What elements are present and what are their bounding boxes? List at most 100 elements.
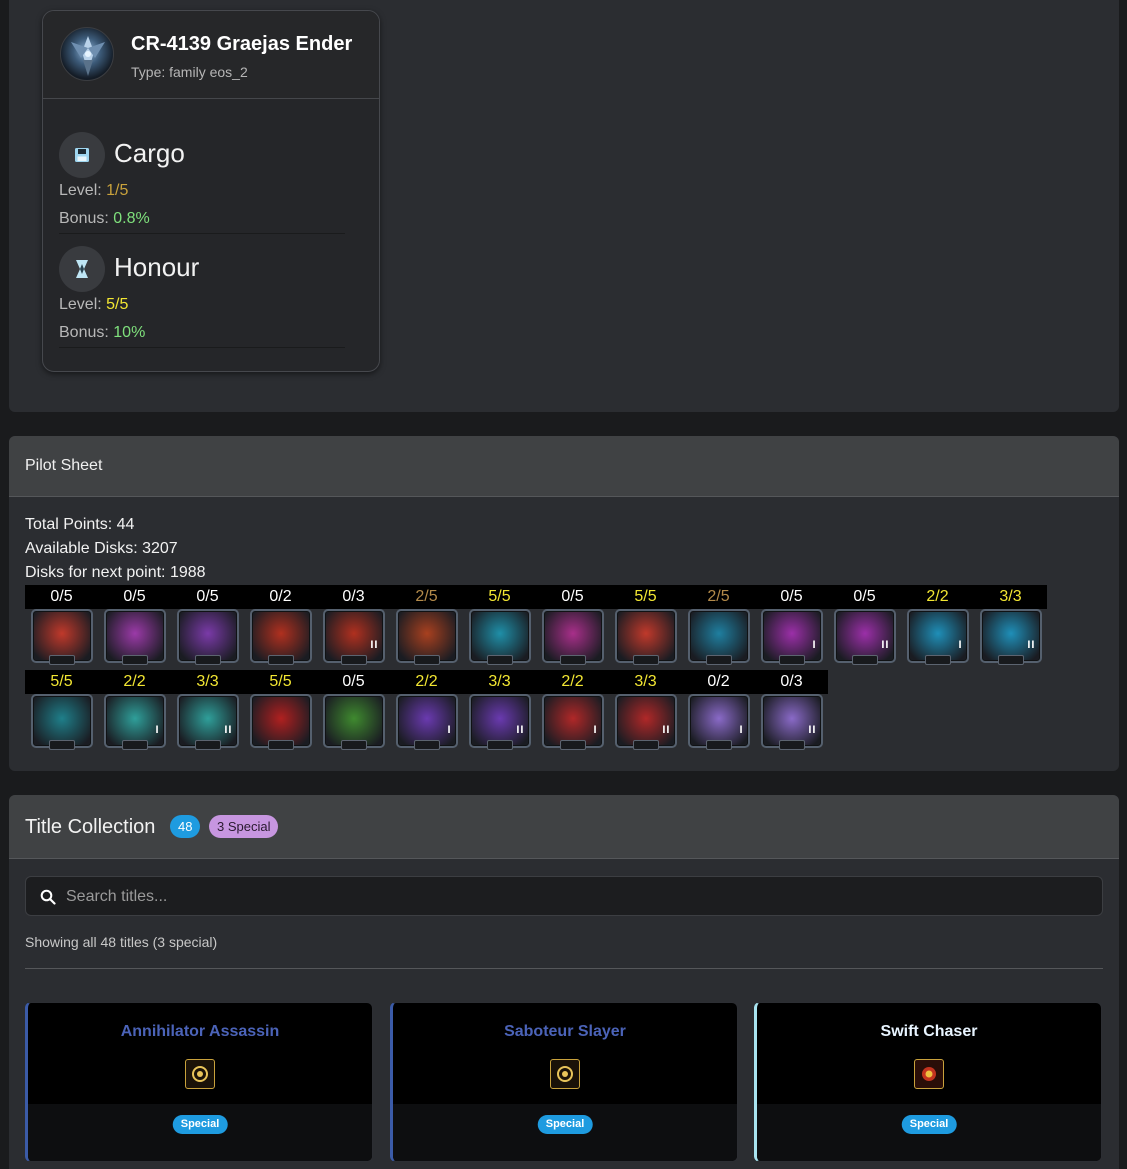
title-name: Swift Chaser — [880, 1023, 978, 1040]
skill-slot[interactable]: 5/5 — [463, 585, 536, 665]
title-card[interactable]: Annihilator Assassin Special — [25, 1002, 373, 1162]
skill-slot[interactable]: 2/5 — [682, 585, 755, 665]
skill-slot[interactable]: 2/2 I — [901, 585, 974, 665]
title-name: Saboteur Slayer — [504, 1023, 626, 1040]
pilot-sheet-header: Pilot Sheet — [9, 436, 1119, 497]
title-card[interactable]: Swift Chaser Special — [754, 1002, 1102, 1162]
gear-level: Level: 1/5 — [59, 182, 128, 200]
skill-slot[interactable]: 5/5 — [609, 585, 682, 665]
skill-tier: I — [447, 724, 452, 736]
skill-count: 0/5 — [828, 585, 901, 609]
skill-count: 3/3 — [609, 670, 682, 694]
bonus-value: 0.8% — [113, 210, 150, 227]
skill-slot[interactable]: 0/5 — [171, 585, 244, 665]
skill-icon[interactable] — [30, 609, 93, 665]
pet-name: CR-4139 Graejas Ender — [131, 33, 353, 55]
skill-icon[interactable]: I — [103, 694, 166, 750]
skill-slot[interactable]: 0/5 I — [755, 585, 828, 665]
skill-slot[interactable]: 0/3 II — [755, 670, 828, 750]
floppy-disk-icon — [59, 132, 105, 178]
skill-icon[interactable]: I — [906, 609, 969, 665]
gear-title: Cargo — [114, 138, 185, 168]
skill-slot[interactable]: 0/5 — [98, 585, 171, 665]
skill-icon[interactable] — [541, 609, 604, 665]
skill-icon[interactable] — [468, 609, 531, 665]
skill-tier: I — [739, 724, 744, 736]
skill-slot[interactable]: 3/3 II — [609, 670, 682, 750]
skill-slot[interactable]: 0/2 — [244, 585, 317, 665]
skill-icon[interactable] — [30, 694, 93, 750]
gear-honour: Honour Level: 5/5 Bonus: 10% — [59, 246, 345, 348]
skill-icon[interactable] — [322, 694, 385, 750]
skill-icon[interactable]: II — [833, 609, 896, 665]
honour-badge-icon — [59, 246, 105, 292]
skill-slot[interactable]: 0/5 — [536, 585, 609, 665]
skill-tier: I — [155, 724, 160, 736]
special-pill: Special — [901, 1115, 957, 1134]
title-name: Annihilator Assassin — [120, 1023, 280, 1040]
search-input[interactable] — [66, 885, 1066, 909]
total-points: Total Points: 44 — [25, 516, 135, 533]
skill-count: 0/5 — [171, 585, 244, 609]
skill-slot[interactable]: 3/3 II — [974, 585, 1047, 665]
skill-slot[interactable]: 2/2 I — [536, 670, 609, 750]
pet-panel: CR-4139 Graejas Ender Type: family eos_2… — [9, 0, 1119, 412]
skill-tier: II — [808, 724, 817, 736]
skill-slot[interactable]: 3/3 II — [171, 670, 244, 750]
skill-count: 2/2 — [98, 670, 171, 694]
pet-card: CR-4139 Graejas Ender Type: family eos_2… — [42, 10, 380, 372]
skill-slot[interactable]: 5/5 — [25, 670, 98, 750]
skill-icon[interactable] — [176, 609, 239, 665]
skill-slot[interactable]: 5/5 — [244, 670, 317, 750]
skill-count: 2/2 — [536, 670, 609, 694]
skill-icon[interactable]: II — [614, 694, 677, 750]
pet-header: CR-4139 Graejas Ender Type: family eos_2 — [43, 11, 379, 99]
skill-slot[interactable]: 0/5 — [25, 585, 98, 665]
skill-icon[interactable]: I — [687, 694, 750, 750]
skill-count: 0/5 — [755, 585, 828, 609]
skill-slot[interactable]: 3/3 II — [463, 670, 536, 750]
skill-icon[interactable]: I — [541, 694, 604, 750]
skill-count: 3/3 — [463, 670, 536, 694]
skill-icon[interactable] — [249, 609, 312, 665]
special-pill: Special — [172, 1115, 228, 1134]
skill-count: 0/3 — [755, 670, 828, 694]
skill-count: 2/5 — [390, 585, 463, 609]
skill-count: 0/5 — [536, 585, 609, 609]
skill-icon[interactable] — [103, 609, 166, 665]
skill-slot[interactable]: 2/2 I — [98, 670, 171, 750]
skill-icon[interactable]: II — [176, 694, 239, 750]
pet-ship-icon — [71, 36, 105, 76]
skill-icon[interactable]: I — [760, 609, 823, 665]
skill-slot[interactable]: 0/3 II — [317, 585, 390, 665]
title-count-badge: 48 — [170, 815, 201, 838]
skill-slot[interactable]: 0/5 — [317, 670, 390, 750]
gear-cargo: Cargo Level: 1/5 Bonus: 0.8% — [59, 132, 345, 234]
skill-tier: I — [812, 639, 817, 651]
special-pill: Special — [537, 1115, 593, 1134]
skill-icon[interactable] — [249, 694, 312, 750]
skill-tier: II — [1027, 639, 1036, 651]
gear-title: Honour — [114, 252, 200, 282]
medal-icon — [185, 1059, 215, 1089]
skill-icon[interactable]: II — [979, 609, 1042, 665]
skill-count: 0/3 — [317, 585, 390, 609]
skill-icon[interactable]: II — [322, 609, 385, 665]
medal-icon — [550, 1059, 580, 1089]
bonus-value: 10% — [113, 324, 146, 341]
skill-icon[interactable] — [687, 609, 750, 665]
skill-icon[interactable]: II — [468, 694, 531, 750]
skill-count: 0/5 — [317, 670, 390, 694]
skill-icon[interactable] — [614, 609, 677, 665]
skill-icon[interactable]: II — [760, 694, 823, 750]
bonus-label: Bonus: — [59, 324, 109, 341]
skill-slot[interactable]: 0/5 II — [828, 585, 901, 665]
level-value: 1/5 — [106, 182, 129, 199]
skill-slot[interactable]: 0/2 I — [682, 670, 755, 750]
search-box[interactable] — [25, 876, 1103, 916]
skill-slot[interactable]: 2/2 I — [390, 670, 463, 750]
skill-icon[interactable] — [395, 609, 458, 665]
skill-slot[interactable]: 2/5 — [390, 585, 463, 665]
title-card[interactable]: Saboteur Slayer Special — [390, 1002, 738, 1162]
skill-icon[interactable]: I — [395, 694, 458, 750]
